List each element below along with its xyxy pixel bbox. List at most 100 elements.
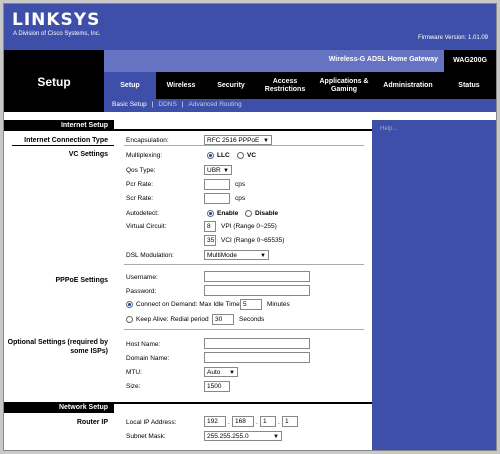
subtab-bar: Basic Setup | DDNS | Advanced Routing xyxy=(104,99,496,112)
autodetect-disable-radio[interactable] xyxy=(245,210,252,217)
subnet-mask-label: Subnet Mask: xyxy=(126,433,166,440)
linksys-logo: LINKSYS xyxy=(12,10,101,30)
model-name: WAG200G xyxy=(444,50,496,72)
size-label: Size: xyxy=(126,383,141,390)
dot: . xyxy=(256,419,258,426)
vpi-range: VPI (Range 0~255) xyxy=(221,223,277,230)
subtab-separator: | xyxy=(151,101,154,108)
tab-wireless[interactable]: Wireless xyxy=(156,72,206,99)
qos-value: UBR xyxy=(207,167,221,174)
disable-label: Disable xyxy=(255,210,279,217)
mtu-value: Auto xyxy=(207,369,221,376)
dot: . xyxy=(228,419,230,426)
keep-alive-label: Keep Alive: Redial period xyxy=(136,316,209,323)
domain-name-label: Domain Name: xyxy=(126,355,170,362)
dsl-modulation-value: MultiMode xyxy=(207,252,237,259)
username-label: Username: xyxy=(126,274,158,281)
label-internet-connection-type: Internet Connection Type xyxy=(24,137,108,144)
llc-label: LLC xyxy=(217,152,230,159)
section-network-setup: Network Setup xyxy=(4,402,114,413)
ip-octet-4[interactable]: 1 xyxy=(282,416,298,427)
divider xyxy=(124,329,364,330)
section-labels: Internet Setup Internet Connection Type … xyxy=(4,120,114,450)
tab-security[interactable]: Security xyxy=(206,72,256,99)
subtab-advanced-routing[interactable]: Advanced Routing xyxy=(189,101,242,108)
dsl-modulation-label: DSL Modulation: xyxy=(126,252,174,259)
help-link[interactable]: Help... xyxy=(380,126,397,132)
local-ip-label: Local IP Address: xyxy=(126,419,177,426)
tab-administration[interactable]: Administration xyxy=(374,72,442,99)
pcr-input[interactable] xyxy=(204,179,230,190)
scr-label: Scr Rate: xyxy=(126,195,154,202)
encapsulation-value: RFC 2516 PPPoE xyxy=(207,137,260,144)
domain-name-input[interactable] xyxy=(204,352,310,363)
username-input[interactable] xyxy=(204,271,310,282)
host-name-input[interactable] xyxy=(204,338,310,349)
chevron-down-icon: ▼ xyxy=(260,253,266,259)
qos-label: Qos Type: xyxy=(126,167,156,174)
vci-input[interactable]: 35 xyxy=(204,235,216,246)
vc-radio[interactable] xyxy=(237,152,244,159)
encapsulation-label: Encapsulation: xyxy=(126,137,169,144)
tab-setup[interactable]: Setup xyxy=(104,72,156,99)
max-idle-input[interactable]: 5 xyxy=(240,299,262,310)
tab-applications-gaming[interactable]: Applications & Gaming xyxy=(314,72,374,99)
subnet-mask-value: 255.255.255.0 xyxy=(207,433,249,440)
scr-input[interactable] xyxy=(204,193,230,204)
label-pppoe-settings: PPPoE Settings xyxy=(55,277,108,284)
enable-label: Enable xyxy=(217,210,239,217)
product-name: Wireless-G ADSL Home Gateway xyxy=(328,56,438,63)
label-vc-settings: VC Settings xyxy=(68,151,108,158)
connect-on-demand-label: Connect on Demand: Max Idle Time xyxy=(136,301,240,308)
main-tabs: Setup Wireless Security Access Restricti… xyxy=(104,72,496,99)
subtab-basic-setup[interactable]: Basic Setup xyxy=(112,101,147,108)
section-internet-setup: Internet Setup xyxy=(4,120,114,131)
setup-form: Encapsulation: RFC 2516 PPPoE ▼ Multiplex… xyxy=(114,120,372,450)
brand-header: LINKSYS A Division of Cisco Systems, Inc… xyxy=(4,4,496,50)
help-panel: Help... xyxy=(372,120,496,450)
tab-access-restrictions[interactable]: Access Restrictions xyxy=(256,72,314,99)
mtu-size-input[interactable]: 1500 xyxy=(204,381,230,392)
host-name-label: Host Name: xyxy=(126,341,161,348)
label-optional-settings: Optional Settings (required by some ISPs… xyxy=(7,339,108,355)
autodetect-label: Autodetect: xyxy=(126,210,159,217)
chevron-down-icon: ▼ xyxy=(223,168,229,174)
ip-octet-2[interactable]: 168 xyxy=(232,416,254,427)
ip-octet-3[interactable]: 1 xyxy=(260,416,276,427)
password-label: Password: xyxy=(126,288,157,295)
minutes-label: Minutes xyxy=(267,301,290,308)
scr-unit: cps xyxy=(235,195,246,202)
logo-subtitle: A Division of Cisco Systems, Inc. xyxy=(13,31,101,37)
chevron-down-icon: ▼ xyxy=(229,370,235,376)
ip-octet-1[interactable]: 192 xyxy=(204,416,226,427)
subnet-mask-select[interactable]: 255.255.255.0 ▼ xyxy=(204,431,282,441)
vpi-input[interactable]: 8 xyxy=(204,221,216,232)
llc-radio[interactable] xyxy=(207,152,214,159)
qos-select[interactable]: UBR ▼ xyxy=(204,165,232,175)
mtu-select[interactable]: Auto ▼ xyxy=(204,367,238,377)
connect-on-demand-radio[interactable] xyxy=(126,301,133,308)
redial-period-input[interactable]: 30 xyxy=(212,314,234,325)
autodetect-enable-radio[interactable] xyxy=(207,210,214,217)
keep-alive-radio[interactable] xyxy=(126,316,133,323)
subtab-separator: | xyxy=(181,101,184,108)
dsl-modulation-select[interactable]: MultiMode ▼ xyxy=(204,250,269,260)
virtual-circuit-label: Virtual Circuit: xyxy=(126,223,167,230)
router-admin-page: LINKSYS A Division of Cisco Systems, Inc… xyxy=(3,3,497,451)
page-title: Setup xyxy=(37,75,71,89)
tab-status[interactable]: Status xyxy=(442,72,496,99)
divider xyxy=(124,145,364,146)
pcr-unit: cps xyxy=(235,181,246,188)
dot: . xyxy=(278,419,280,426)
multiplexing-label: Multiplexing: xyxy=(126,152,163,159)
subtab-ddns[interactable]: DDNS xyxy=(158,101,176,108)
divider xyxy=(124,264,364,265)
mtu-label: MTU: xyxy=(126,369,142,376)
label-router-ip: Router IP xyxy=(76,419,108,426)
chevron-down-icon: ▼ xyxy=(273,434,279,440)
section-divider xyxy=(114,402,372,404)
password-input[interactable] xyxy=(204,285,310,296)
seconds-label: Seconds xyxy=(239,316,265,323)
encapsulation-select[interactable]: RFC 2516 PPPoE ▼ xyxy=(204,135,272,145)
vci-range: VCI (Range 0~65535) xyxy=(221,237,285,244)
